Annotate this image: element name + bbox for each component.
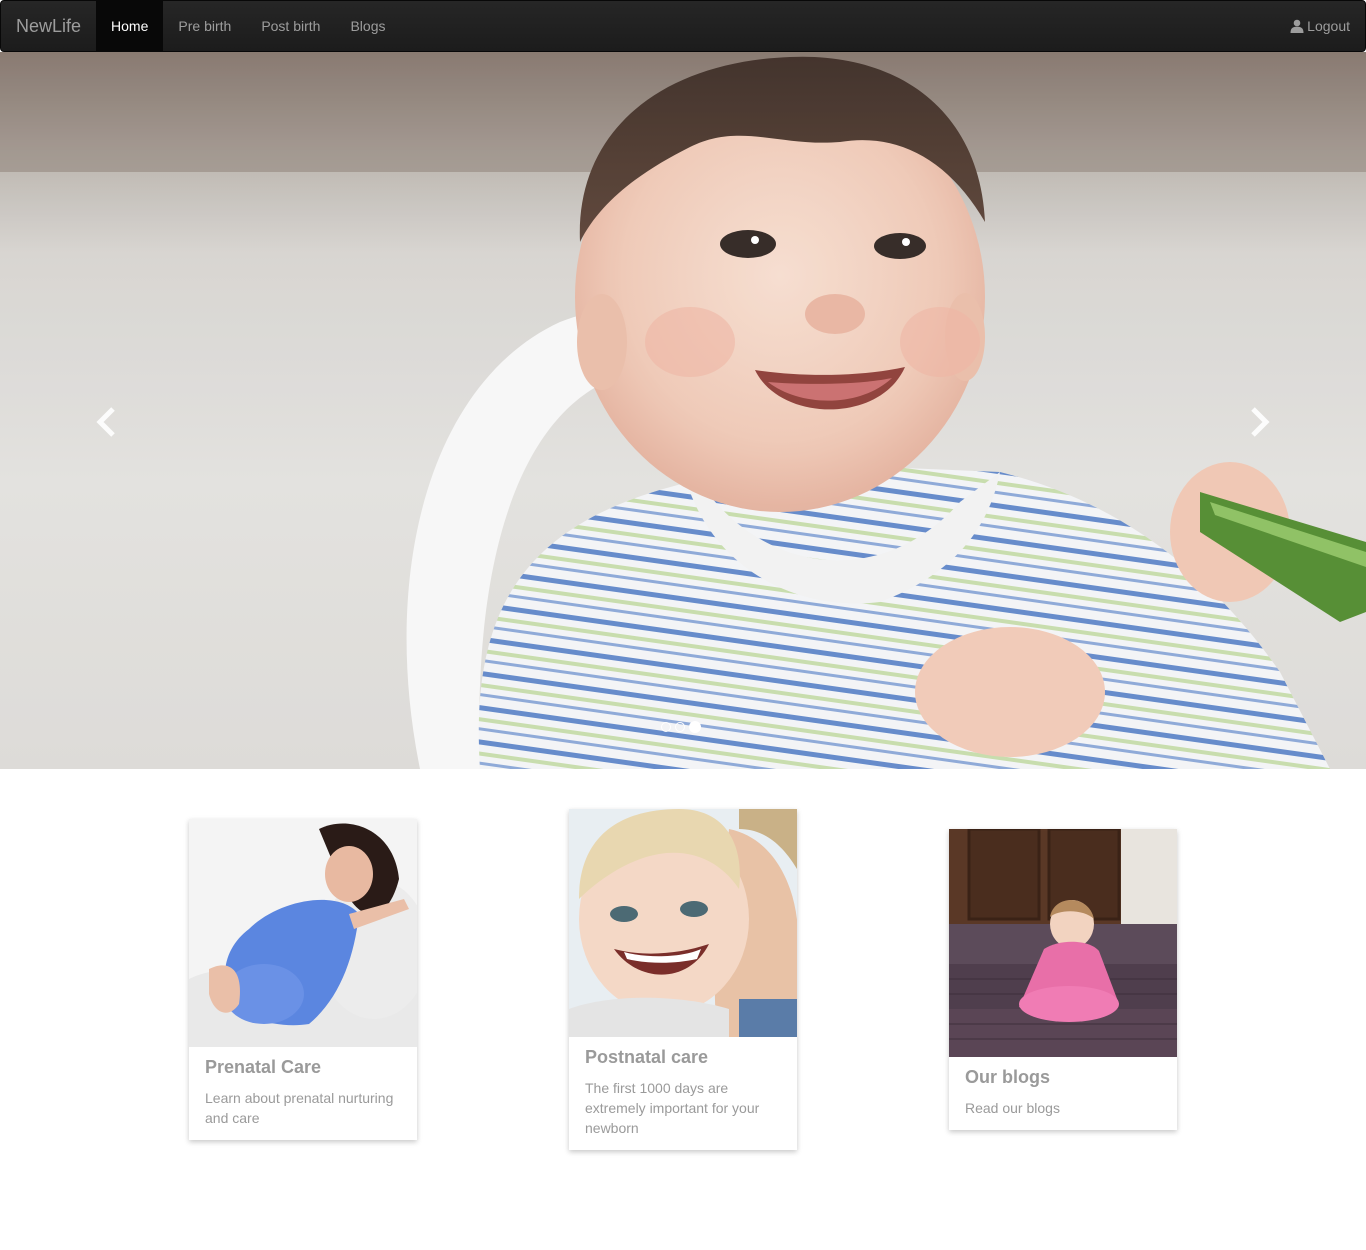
brand-logo[interactable]: NewLife: [1, 1, 96, 51]
chevron-left-icon: [96, 407, 115, 437]
card-our-blogs[interactable]: Our blogs Read our blogs: [949, 829, 1177, 1130]
carousel-indicator-3[interactable]: [689, 721, 701, 733]
carousel-indicator-1[interactable]: [661, 722, 671, 732]
nav-item-blogs[interactable]: Blogs: [335, 1, 400, 51]
user-icon: [1290, 19, 1304, 33]
card-title[interactable]: Prenatal Care: [205, 1057, 401, 1078]
carousel-indicators: [661, 721, 701, 733]
carousel-next-button[interactable]: [1240, 402, 1280, 442]
card-title[interactable]: Postnatal care: [585, 1047, 781, 1068]
carousel-indicator-2[interactable]: [675, 722, 685, 732]
carousel-prev-button[interactable]: [86, 402, 126, 442]
chevron-right-icon: [1251, 407, 1270, 437]
top-navbar: NewLife Home Pre birth Post birth Blogs …: [0, 0, 1366, 52]
card-title[interactable]: Our blogs: [965, 1067, 1161, 1088]
nav-item-home[interactable]: Home: [96, 1, 164, 51]
card-postnatal-care[interactable]: Postnatal care The first 1000 days are e…: [569, 809, 797, 1150]
baby-photo: [0, 52, 1366, 769]
card-description: Learn about prenatal nurturing and care: [205, 1090, 394, 1126]
girl-on-steps-image: [949, 829, 1177, 1057]
nav-item-post-birth[interactable]: Post birth: [246, 1, 335, 51]
card-description: The first 1000 days are extremely import…: [585, 1080, 760, 1136]
hero-carousel: [0, 52, 1366, 769]
nav-item-pre-birth[interactable]: Pre birth: [163, 1, 246, 51]
logout-label: Logout: [1307, 18, 1350, 34]
mother-and-baby-image: [569, 809, 797, 1037]
card-prenatal-care[interactable]: Prenatal Care Learn about prenatal nurtu…: [189, 819, 417, 1140]
logout-link[interactable]: Logout: [1275, 1, 1365, 51]
pregnant-woman-image: [189, 819, 417, 1047]
card-description: Read our blogs: [965, 1100, 1060, 1116]
